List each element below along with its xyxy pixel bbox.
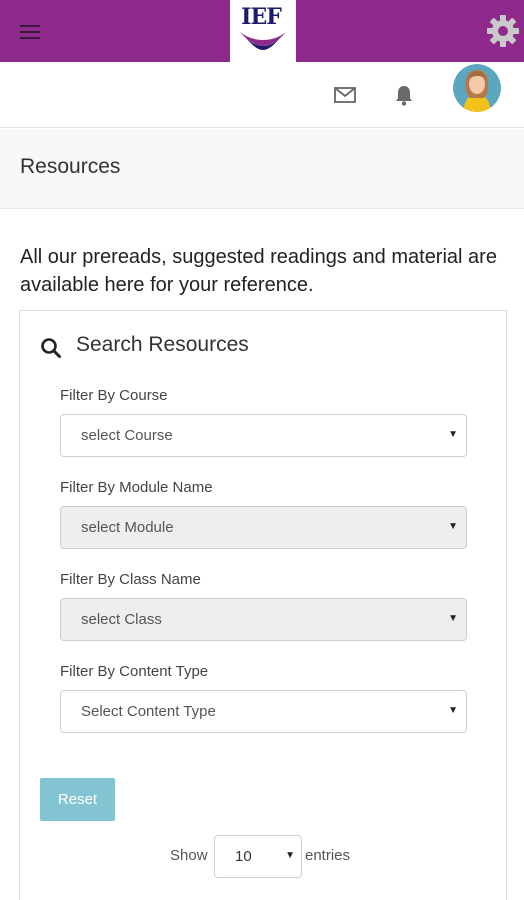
- entries-length-value: 10: [235, 848, 252, 865]
- search-resources-panel: Search Resources Filter By Course select…: [19, 310, 507, 900]
- gear-icon[interactable]: [485, 13, 521, 49]
- entries-label: entries: [305, 847, 351, 864]
- page-header: Resources: [0, 129, 524, 209]
- avatar[interactable]: [453, 64, 501, 112]
- content-type-select-value: Select Content Type: [81, 703, 216, 720]
- filter-module-label: Filter By Module Name: [60, 479, 213, 496]
- course-select[interactable]: select Course ▼: [60, 414, 467, 457]
- logo[interactable]: IEF: [230, 0, 296, 62]
- content-type-select[interactable]: Select Content Type ▼: [60, 690, 467, 733]
- logo-wings-icon: [240, 32, 286, 50]
- intro-text: All our prereads, suggested readings and…: [20, 246, 497, 296]
- module-select-value: select Module: [81, 519, 174, 536]
- caret-down-icon: ▼: [448, 613, 458, 624]
- user-toolbar: [0, 62, 524, 128]
- class-select[interactable]: select Class ▼: [60, 598, 467, 641]
- reset-button[interactable]: Reset: [40, 778, 115, 821]
- filter-course-label: Filter By Course: [60, 387, 168, 404]
- avatar-image: [453, 64, 501, 112]
- module-select[interactable]: select Module ▼: [60, 506, 467, 549]
- page-title: Resources: [20, 155, 121, 178]
- search-icon: [41, 338, 61, 358]
- hamburger-icon[interactable]: [20, 24, 40, 40]
- caret-down-icon: ▼: [448, 429, 458, 440]
- course-select-value: select Course: [81, 427, 173, 444]
- filter-content-type-label: Filter By Content Type: [60, 663, 209, 680]
- caret-down-icon: ▼: [448, 521, 458, 532]
- show-label: Show: [170, 847, 208, 864]
- mail-icon[interactable]: [334, 87, 356, 103]
- entries-length-select[interactable]: 10 ▼: [214, 835, 302, 878]
- panel-heading-label: Search Resources: [76, 333, 249, 356]
- caret-down-icon: ▼: [285, 850, 295, 861]
- filter-class-label: Filter By Class Name: [60, 571, 201, 588]
- class-select-value: select Class: [81, 611, 162, 628]
- caret-down-icon: ▼: [448, 705, 458, 716]
- top-bar: IEF: [0, 0, 524, 62]
- bell-icon[interactable]: [393, 84, 415, 106]
